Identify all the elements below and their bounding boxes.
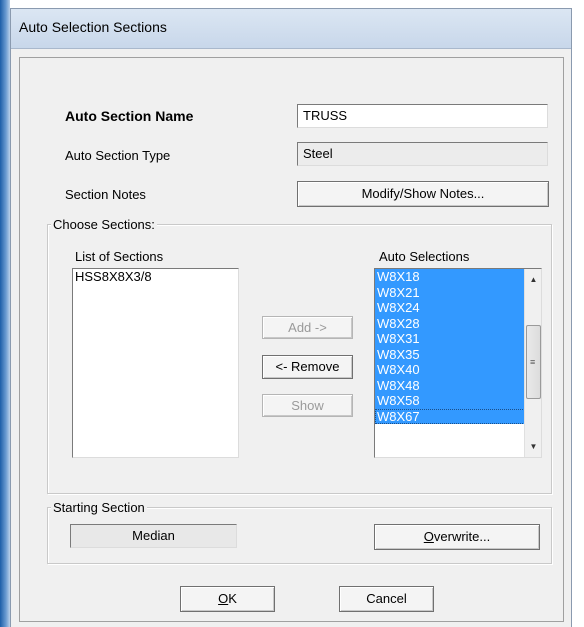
list-item[interactable]: W8X58 (375, 393, 541, 409)
overwrite-button[interactable]: Overwrite... (374, 524, 540, 550)
ok-button[interactable]: OK (180, 586, 275, 612)
dialog-title: Auto Selection Sections (19, 19, 167, 35)
scroll-thumb[interactable]: ≡ (526, 325, 541, 399)
ok-label: K (228, 591, 237, 606)
auto-section-name-input[interactable]: TRUSS (297, 104, 548, 128)
starting-section-legend: Starting Section (51, 500, 147, 515)
list-item[interactable]: W8X18 (375, 269, 541, 285)
starting-section-value: Median (70, 524, 237, 548)
scroll-up-arrow-icon[interactable]: ▲ (525, 271, 541, 288)
list-of-sections-label: List of Sections (75, 249, 164, 264)
section-notes-label: Section Notes (65, 187, 146, 202)
dialog-body: Auto Section Name TRUSS Auto Section Typ… (19, 57, 564, 622)
list-item[interactable]: HSS8X8X3/8 (73, 269, 238, 285)
vertical-scrollbar[interactable]: ▲ ≡ ▼ (524, 269, 541, 457)
list-item[interactable]: W8X48 (375, 377, 541, 393)
modify-show-notes-button[interactable]: Modify/Show Notes... (297, 181, 549, 207)
list-of-sections-listbox[interactable]: HSS8X8X3/8 (72, 268, 239, 458)
show-button[interactable]: Show (262, 394, 353, 417)
background-window-edge (0, 0, 10, 627)
list-item[interactable]: W8X35 (375, 346, 541, 362)
list-item[interactable]: W8X40 (375, 362, 541, 378)
ok-mnemonic: O (218, 591, 229, 606)
auto-section-type-label: Auto Section Type (65, 148, 171, 163)
list-item[interactable]: W8X31 (375, 331, 541, 347)
choose-sections-legend: Choose Sections: (51, 217, 157, 232)
grip-icon: ≡ (530, 357, 536, 367)
list-item[interactable]: W8X21 (375, 284, 541, 300)
remove-button[interactable]: <- Remove (262, 355, 353, 379)
scroll-down-arrow-icon[interactable]: ▼ (525, 438, 541, 455)
auto-selections-listbox[interactable]: W8X18 W8X21 W8X24 W8X28 W8X31 W8X35 W8X4… (374, 268, 542, 458)
cancel-button[interactable]: Cancel (339, 586, 434, 612)
list-item[interactable]: W8X67 (375, 408, 541, 424)
list-item[interactable]: W8X28 (375, 315, 541, 331)
auto-section-type-field: Steel (297, 142, 548, 166)
overwrite-mnemonic: O (423, 529, 434, 544)
auto-selections-label: Auto Selections (379, 249, 470, 264)
auto-section-name-label: Auto Section Name (65, 108, 194, 124)
dialog-window: Auto Selection Sections Auto Section Nam… (10, 8, 572, 627)
overwrite-label: verwrite... (433, 529, 491, 544)
list-item[interactable]: W8X24 (375, 300, 541, 316)
add-button[interactable]: Add -> (262, 316, 353, 339)
title-bar[interactable]: Auto Selection Sections (11, 9, 571, 49)
